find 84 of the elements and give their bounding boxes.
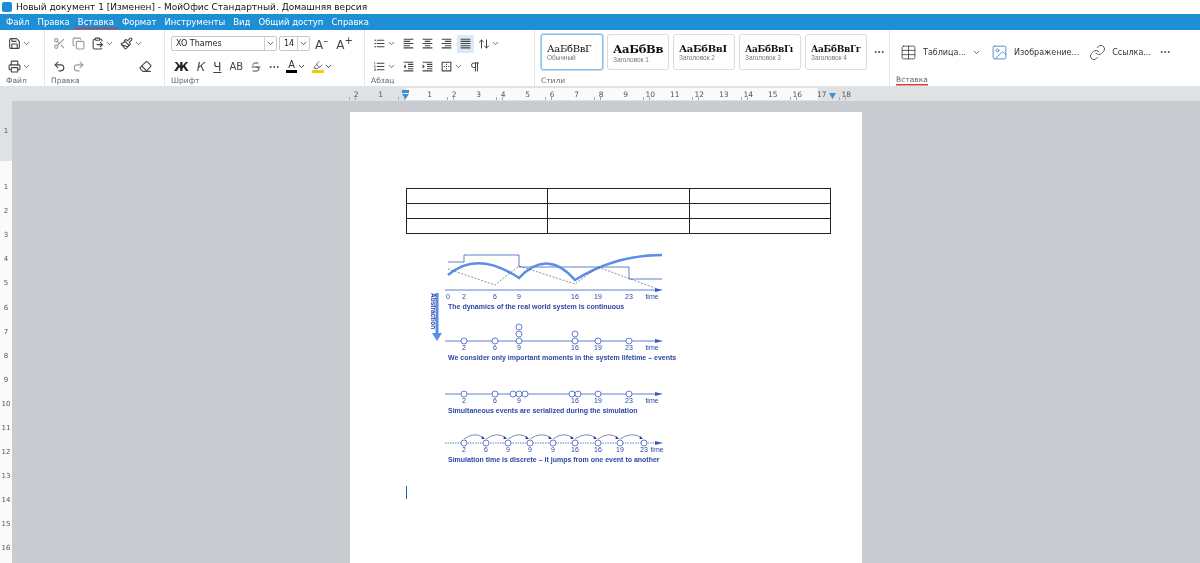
insert-label: Таблица... (923, 47, 966, 57)
insert-button[interactable]: Изображение... (987, 39, 1084, 65)
indent-marker-icon[interactable] (401, 89, 409, 99)
text-style-button[interactable]: Ч (210, 57, 225, 76)
indent-marker-icon[interactable] (829, 90, 836, 99)
chevron-down-icon (454, 62, 463, 71)
chevron-down-icon (323, 62, 333, 71)
clipboard-icon (91, 37, 104, 50)
insert-label: Изображение... (1014, 47, 1080, 57)
chevron-down-icon (299, 39, 308, 48)
event-marker (594, 439, 602, 447)
event-marker (616, 439, 624, 447)
abstraction-arrow (432, 293, 442, 341)
event-marker (460, 390, 468, 398)
scissors-icon (53, 37, 66, 50)
align-icon (459, 37, 472, 50)
menu-item[interactable]: Формат (117, 15, 161, 29)
numbered-list-icon (373, 60, 386, 73)
font-size-field[interactable]: 14 (279, 36, 310, 51)
event-marker (625, 390, 633, 398)
insert-label: Ссылка... (1112, 47, 1151, 57)
font-family-field[interactable]: XO Thames (171, 36, 277, 51)
redo-icon (72, 60, 85, 73)
outdent-icon (402, 60, 415, 73)
pilcrow-icon (469, 60, 481, 73)
event-marker (491, 337, 499, 345)
event-marker (460, 337, 468, 345)
decrease-font-button[interactable]: A$^{–}$ (312, 34, 332, 53)
font-color-button[interactable]: A (284, 57, 308, 76)
chevron-down-icon (387, 39, 396, 48)
align-icon (402, 37, 415, 50)
chevron-down-icon (134, 39, 143, 48)
text-cursor (406, 486, 407, 499)
indent-icon (421, 60, 434, 73)
text-style-button[interactable]: AB (226, 57, 247, 76)
event-marker (549, 439, 557, 447)
align-icon (421, 37, 434, 50)
event-marker (594, 337, 602, 345)
eraser-icon (139, 60, 152, 73)
paintbrush-icon (120, 37, 133, 50)
event-marker (625, 337, 633, 345)
chevron-down-icon (296, 62, 306, 71)
menu-item[interactable]: Вид (229, 15, 255, 29)
highlighter-icon (311, 60, 324, 73)
bullet-list-icon (373, 37, 386, 50)
event-marker (504, 439, 512, 447)
chevron-down-icon (266, 39, 275, 48)
window-title: Новый документ 1 [Изменен] - МойОфис Стандартный. Домашняя версия (16, 2, 368, 12)
chevron-down-icon (105, 39, 114, 48)
image-icon (991, 43, 1008, 61)
chevron-down-icon (22, 62, 31, 71)
menu-item[interactable]: Справка (327, 15, 373, 29)
printer-icon (8, 60, 21, 73)
increase-font-button[interactable]: A$^{+}$ (333, 34, 356, 53)
text-style-button[interactable]: К (193, 57, 209, 76)
undo-icon (53, 60, 66, 73)
copy-icon (72, 37, 85, 50)
chevron-down-icon (22, 39, 31, 48)
event-marker (640, 439, 648, 447)
insert-button[interactable]: Ссылка... (1085, 39, 1155, 65)
strikethrough-icon (250, 60, 263, 73)
menu-item[interactable]: Инструменты (160, 15, 230, 29)
menu-item[interactable]: Общий доступ (254, 15, 328, 29)
event-marker (594, 390, 602, 398)
table-icon (900, 43, 917, 61)
event-marker (491, 390, 499, 398)
event-marker (460, 439, 468, 447)
event-marker (526, 439, 534, 447)
menu-item[interactable]: Файл (2, 15, 34, 29)
app-icon (2, 2, 12, 12)
align-button[interactable] (457, 34, 474, 53)
save-icon (8, 37, 21, 50)
up-down-arrow-icon (478, 37, 490, 50)
event-marker (482, 439, 490, 447)
align-icon (440, 37, 453, 50)
link-icon (1089, 43, 1107, 61)
event-marker (571, 439, 579, 447)
text-style-button[interactable]: Ж (171, 57, 192, 76)
border-icon (440, 60, 453, 73)
chevron-down-icon (491, 39, 500, 48)
menu-item[interactable]: Правка (33, 15, 74, 29)
chevron-down-icon (387, 62, 396, 71)
menu-item[interactable]: Вставка (73, 15, 118, 29)
insert-button[interactable]: Таблица... (896, 39, 985, 65)
